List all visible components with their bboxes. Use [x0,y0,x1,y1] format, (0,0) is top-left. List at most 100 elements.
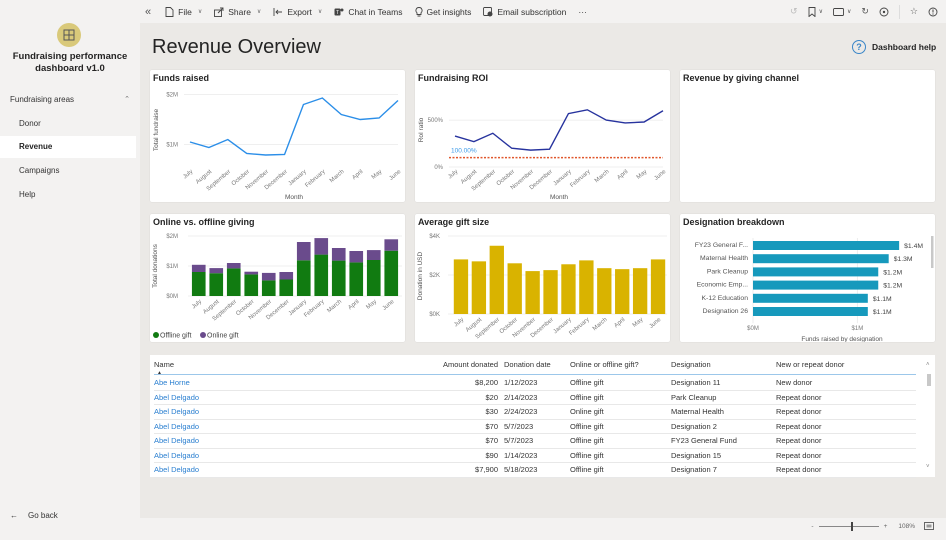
file-menu[interactable]: File ∨ [165,7,202,17]
x-tick-label: July [447,169,459,180]
y-tick-label: $2M [166,93,178,99]
cell-name[interactable]: Abel Delgado [154,451,404,460]
table-row[interactable]: Abel Delgado $70 5/7/2023 Offline gift FY23 … [154,434,916,449]
bar-designation [753,307,868,316]
y-axis-title: Total fundraise [153,108,160,151]
info-icon[interactable] [928,7,938,17]
cell-name[interactable]: Abe Horne [154,378,404,387]
cell-designation: Park Cleanup [671,392,717,402]
x-tick-label: May [636,169,649,181]
x-axis-title: Funds raised by designation [801,336,883,342]
bar-avg-gift [525,271,540,314]
go-back-button[interactable]: ← Go back [10,511,58,520]
sidebar-item-revenue[interactable]: Revenue [0,136,136,158]
x-tick-label: April [616,169,629,181]
get-insights-label: Get insights [426,6,472,17]
category-label: Economic Emp... [697,282,748,289]
sidebar-item-campaigns[interactable]: Campaigns [0,160,136,182]
zoom-slider[interactable] [818,521,879,531]
column-header-designation[interactable]: Designation [671,360,776,374]
view-menu[interactable]: ∨ [833,7,852,16]
sidebar-item-label: Campaigns [19,166,60,175]
nav-group-fundraising-areas[interactable]: Fundraising areas ⌃ [10,95,130,104]
table-row[interactable]: Abe Horne $8,200 1/12/2023 Offline gift Desi… [154,376,916,391]
more-options-button[interactable]: ··· [578,7,587,17]
bar-avg-gift [543,270,558,314]
sidebar-item-help[interactable]: Help [0,184,136,206]
undo-icon[interactable]: ↺ [790,6,798,17]
zoom-slider-thumb[interactable] [850,521,853,531]
category-label: FY23 General F... [695,242,748,249]
zoom-out-button[interactable]: - [811,523,813,530]
dashboard-help-button[interactable]: ? Dashboard help [852,40,936,54]
bar-online-gift [366,250,381,260]
chat-in-teams-button[interactable]: T Chat in Teams [334,6,403,17]
dashboard-help-label: Dashboard help [872,42,937,52]
column-header-gift-type[interactable]: Online or offline gift? [570,360,671,374]
chevron-down-icon: ∨ [846,9,852,15]
data-line [454,109,664,151]
bar-online-gift [226,263,241,269]
table-row[interactable]: Abel Delgado $90 1/14/2023 Offline gift Desi… [154,449,916,463]
favorite-star-icon[interactable]: ☆ [910,6,918,17]
average-gift-size-chart: $0K$2K$4KJuly AugustSeptemberOctoberNovem… [417,234,667,340]
funds-raised-chart: $1M$2MJuly AugustSeptemberOctoberNovember… [153,93,403,202]
bookmark-menu[interactable]: ∨ [808,6,823,17]
table-row[interactable]: Abel Delgado $7,900 5/18/2023 Offline gift D… [154,463,916,478]
bar-online-gift [296,242,311,261]
table-scrollbar[interactable]: ˄ ˅ [926,360,932,470]
email-subscription-button[interactable]: Email subscription [483,7,566,17]
online-vs-offline-card[interactable]: Online vs. offline giving $0M $1M $2M July A… [150,214,405,342]
chevron-down-icon: ∨ [197,9,203,15]
designation-breakdown-chart: $0M $1M FY23 General F... $1.4M Maternal Hea… [695,236,934,342]
x-tick-label: June [382,299,396,312]
chat-in-teams-label: Chat in Teams [348,6,403,17]
category-label: Park Cleanup [707,268,748,275]
funds-raised-card[interactable]: Funds raised $1M $2M July August September Oc… [150,70,405,202]
cell-date: 2/24/2023 [504,407,538,417]
fundraising-roi-card[interactable]: Fundraising ROI 0% 500% 100.00% July August S… [415,70,670,202]
y-tick-label: 0% [434,165,443,171]
table-row[interactable]: Abel Delgado $70 5/7/2023 Offline gift Desig… [154,420,916,434]
cell-amount: $70 [485,421,498,431]
fit-to-page-icon[interactable] [924,522,934,530]
column-header-donor-type[interactable]: New or repeat donor [776,360,896,374]
table-row[interactable]: Abel Delgado $30 2/24/2023 Online gift Mater… [154,405,916,420]
share-menu[interactable]: Share ∨ [214,7,261,17]
column-header-date[interactable]: Donation date [504,360,570,374]
cell-date: 5/7/2023 [504,421,534,431]
collapse-nav-button[interactable]: « [145,6,151,18]
x-tick-label: March [326,299,343,314]
refresh-icon[interactable]: ↻ [861,6,869,17]
comment-icon[interactable] [879,7,889,17]
table-row[interactable]: Abel Delgado $20 2/14/2023 Offline gift Park… [154,391,916,405]
cell-date: 5/7/2023 [504,436,534,446]
data-label: $1.1M [873,296,892,303]
column-header-amount[interactable]: Amount donated [404,360,504,374]
bar-avg-gift [489,245,504,314]
zoom-in-button[interactable]: + [884,523,888,530]
data-label: $1.2M [883,283,902,290]
average-gift-size-card[interactable]: Average gift size $0K $2K $4K July August Sep… [415,214,670,342]
revenue-by-giving-channel-card[interactable]: Revenue by giving channel [680,70,935,202]
bar-offline-gift [296,260,311,296]
get-insights-button[interactable]: Get insights [414,6,472,17]
designation-breakdown-card[interactable]: Designation breakdown $0M $1M FY23 General… [680,214,935,342]
cell-name[interactable]: Abel Delgado [154,407,404,416]
export-menu[interactable]: Export ∨ [273,7,322,17]
scroll-up-icon[interactable]: ˄ [926,362,930,368]
y-tick-label: $1M [166,143,178,149]
scrollbar-thumb[interactable] [927,374,931,386]
cell-designation: Designation 15 [671,450,722,460]
sidebar-item-donor[interactable]: Donor [0,113,136,135]
cell-name[interactable]: Abel Delgado [154,436,404,445]
go-back-label: Go back [28,511,58,520]
bar-online-gift [349,251,364,263]
column-header-name[interactable]: Name [154,360,404,374]
fundraising-roi-chart: 0%500%100.00%July AugustSeptemberOctoberN… [418,109,668,201]
cell-name[interactable]: Abel Delgado [154,393,404,402]
scroll-down-icon[interactable]: ˅ [926,464,930,470]
cell-name[interactable]: Abel Delgado [154,465,404,474]
cell-name[interactable]: Abel Delgado [154,422,404,431]
sidebar-item-label: Help [19,190,36,199]
